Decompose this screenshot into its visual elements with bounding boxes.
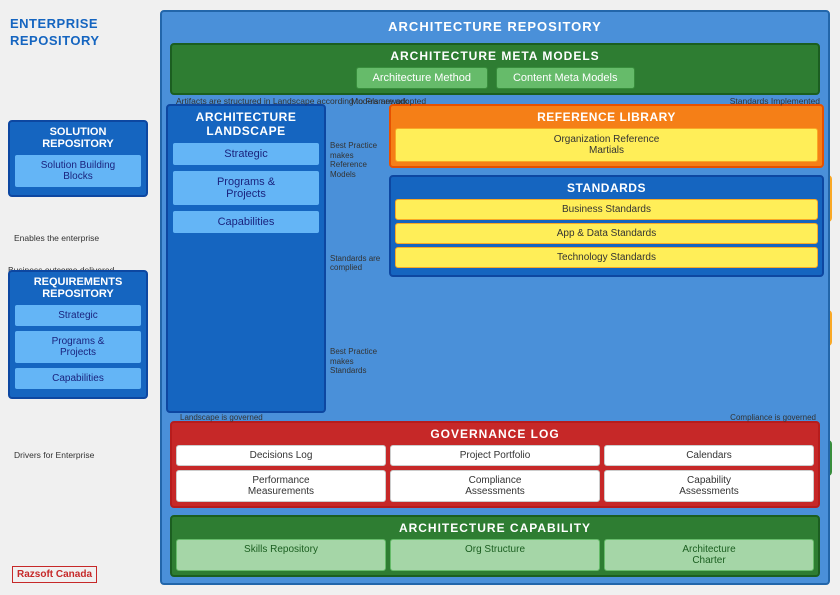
governance-log: Governance Log Decisions Log Project Por…	[170, 421, 820, 508]
best-practice-std-annotation: Best Practice makes Standards	[330, 347, 385, 376]
compliance-assessments: Compliance Assessments	[390, 470, 600, 502]
skills-repository: Skills Repository	[176, 539, 386, 571]
req-strategic: Strategic	[14, 304, 142, 327]
standards: Standards Business Standards App & Data …	[389, 175, 824, 277]
req-repo-title: Requirements Repository	[14, 276, 142, 300]
standards-title: Standards	[395, 181, 818, 195]
solution-repo-title: Solution Repository	[14, 126, 142, 150]
business-standards: Business Standards	[395, 199, 818, 220]
landscape-strategic: Strategic	[172, 142, 320, 166]
arch-landscape-title: Architecture Landscape	[172, 110, 320, 138]
standards-complied-annotation: Standards are complied	[330, 254, 385, 273]
ref-library-title: Reference Library	[395, 110, 818, 124]
reference-library: Reference Library Organization Reference…	[389, 104, 824, 168]
content-meta-models-box: Content Meta Models	[496, 67, 635, 89]
project-portfolio: Project Portfolio	[390, 445, 600, 466]
landscape-governed-annotation: Landscape is governed	[180, 413, 263, 423]
org-structure: Org Structure	[390, 539, 600, 571]
req-capabilities: Capabilities	[14, 367, 142, 390]
governance-log-title: Governance Log	[176, 427, 814, 441]
architecture-method-box: Architecture Method	[356, 67, 488, 89]
technology-standards: Technology Standards	[395, 247, 818, 268]
requirements-repository: Requirements Repository Strategic Progra…	[8, 270, 148, 399]
models-adopted-annotation: Models are adopted	[351, 96, 426, 106]
app-data-standards: App & Data Standards	[395, 223, 818, 244]
enables-annotation: Enables the enterprise	[14, 233, 99, 243]
best-practice-ref-annotation: Best Practice makes Reference Models	[330, 141, 385, 179]
req-programs-projects: Programs & Projects	[14, 330, 142, 364]
solution-building-blocks: Solution Building Blocks	[14, 154, 142, 188]
arch-meta-models-title: Architecture Meta Models	[176, 49, 814, 63]
org-reference-martials: Organization Reference Martials	[395, 128, 818, 162]
calendars: Calendars	[604, 445, 814, 466]
capability-assessments: Capability Assessments	[604, 470, 814, 502]
architecture-capability: Architecture Capability Skills Repositor…	[170, 515, 820, 577]
main-container: Architecture Repository Architecture Met…	[160, 10, 830, 585]
arch-repo-title: Architecture Repository	[166, 16, 824, 37]
architecture-charter: Architecture Charter	[604, 539, 814, 571]
arch-capability-title: Architecture Capability	[176, 521, 814, 535]
enterprise-repository-label: Enterprise Repository	[10, 16, 100, 50]
solution-repository: Solution Repository Solution Building Bl…	[8, 120, 148, 197]
decisions-log: Decisions Log	[176, 445, 386, 466]
architecture-landscape: Architecture Landscape Strategic Program…	[166, 104, 326, 413]
compliance-governed-annotation: Compliance is governed	[730, 413, 816, 423]
performance-measurements: Performance Measurements	[176, 470, 386, 502]
arch-meta-models: Architecture Meta Models Architecture Me…	[170, 43, 820, 95]
razsoft-canada: Razsoft Canada	[12, 566, 97, 583]
standards-impl-annotation: Standards Implemented	[730, 96, 820, 106]
drivers-annotation: Drivers for Enterprise	[14, 450, 94, 460]
landscape-programs-projects: Programs & Projects	[172, 170, 320, 206]
landscape-capabilities: Capabilities	[172, 210, 320, 234]
